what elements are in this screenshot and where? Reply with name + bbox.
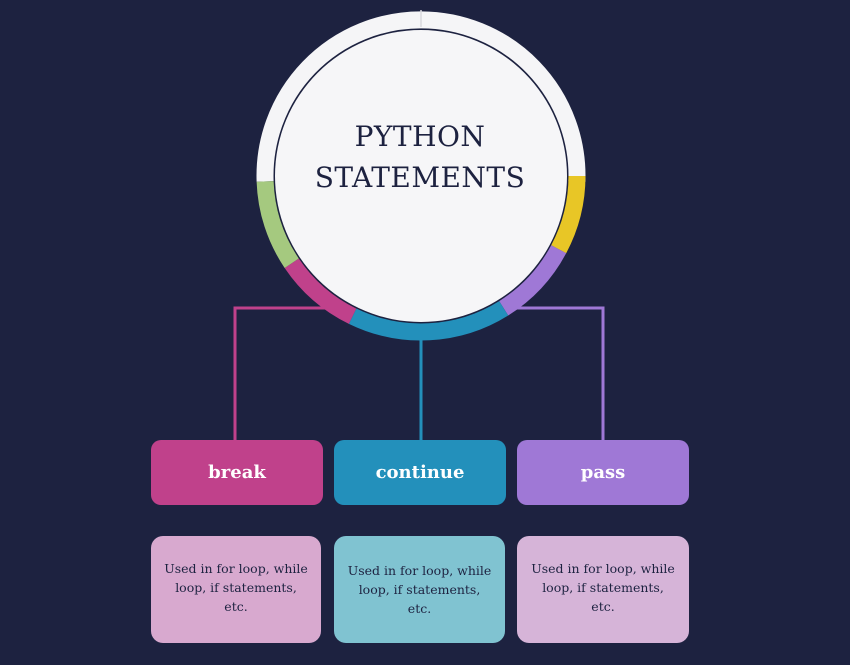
- pass-description-line-1: Used in for loop, while: [531, 561, 675, 576]
- pass-description-line-2: loop, if statements, etc.: [542, 580, 664, 614]
- center-title: PYTHON STATEMENTS: [290, 116, 550, 198]
- center-title-line-1: PYTHON: [354, 120, 486, 153]
- diagram-canvas: PYTHON STATEMENTS break continue pass Us…: [0, 0, 850, 665]
- continue-description-box: Used in for loop, while loop, if stateme…: [334, 536, 505, 643]
- continue-label: continue: [375, 462, 465, 483]
- break-description-box: Used in for loop, while loop, if stateme…: [151, 536, 321, 643]
- connector-break: [233, 306, 328, 440]
- pass-label: pass: [580, 462, 626, 483]
- break-description-line-1: Used in for loop, while: [164, 561, 308, 576]
- continue-description-line-2: loop, if statements, etc.: [358, 582, 481, 616]
- break-box: break: [151, 440, 323, 505]
- continue-box: continue: [334, 440, 506, 505]
- pass-box: pass: [517, 440, 689, 505]
- pass-description-box: Used in for loop, while loop, if stateme…: [517, 536, 689, 643]
- center-title-line-2: STATEMENTS: [314, 161, 526, 194]
- continue-description-line-1: Used in for loop, while: [347, 563, 492, 578]
- break-label: break: [208, 462, 266, 483]
- connector-pass: [512, 306, 605, 440]
- break-description-line-2: loop, if statements, etc.: [175, 580, 297, 614]
